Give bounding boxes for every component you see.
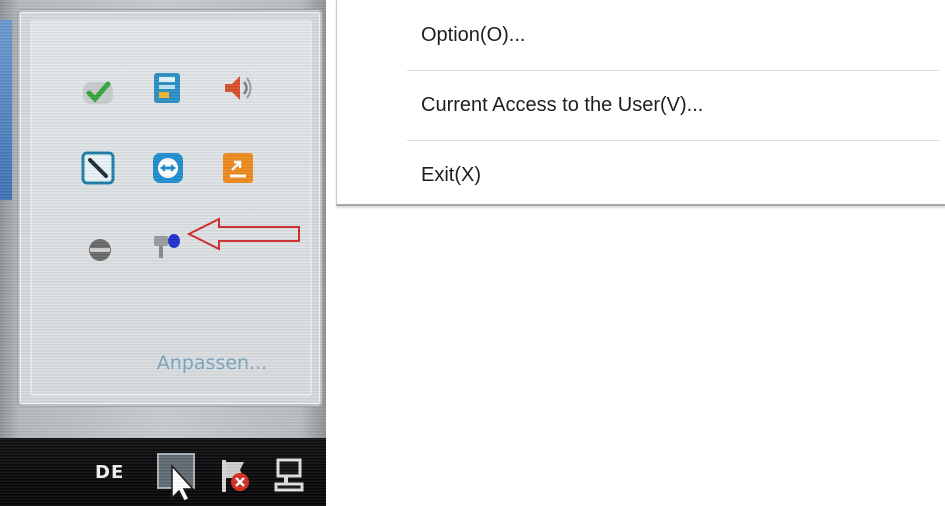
show-hidden-icons-icon[interactable] [156,452,202,502]
menu-item-label: Option(O)... [421,24,526,46]
tray-overflow-photo: Anpassen... DE [0,0,326,506]
annotation-arrow [186,217,300,251]
menu-item-current-access[interactable]: Current Access to the User(V)... [337,76,945,136]
teamviewer-icon[interactable] [150,150,186,186]
menu-separator [407,70,939,71]
menu-item-label: Current Access to the User(V)... [421,94,704,116]
menu-separator [407,140,939,141]
tray-context-menu: Option(O)... Current Access to the User(… [336,0,945,206]
network-app-icon[interactable] [150,70,186,106]
menu-item-label: Exit(X) [421,164,481,186]
security-check-icon[interactable] [80,74,116,110]
customize-link[interactable]: Anpassen... [112,352,312,374]
round-gray-icon[interactable] [82,232,118,268]
upload-app-icon[interactable] [220,150,256,186]
menu-item-option[interactable]: Option(O)... [337,6,945,66]
notification-area-overflow-panel: Anpassen... [18,10,322,406]
menu-item-exit[interactable]: Exit(X) [337,146,945,206]
desktop-edge [0,20,12,200]
volume-speaker-icon[interactable] [220,70,256,106]
network-monitor-icon[interactable] [270,456,310,496]
action-center-flag-icon[interactable] [218,456,254,496]
tray-icon-grid: Anpassen... [30,20,312,396]
tool-window-icon[interactable] [80,150,116,186]
language-indicator[interactable]: DE [95,462,124,483]
microphone-user-icon[interactable] [150,228,186,264]
